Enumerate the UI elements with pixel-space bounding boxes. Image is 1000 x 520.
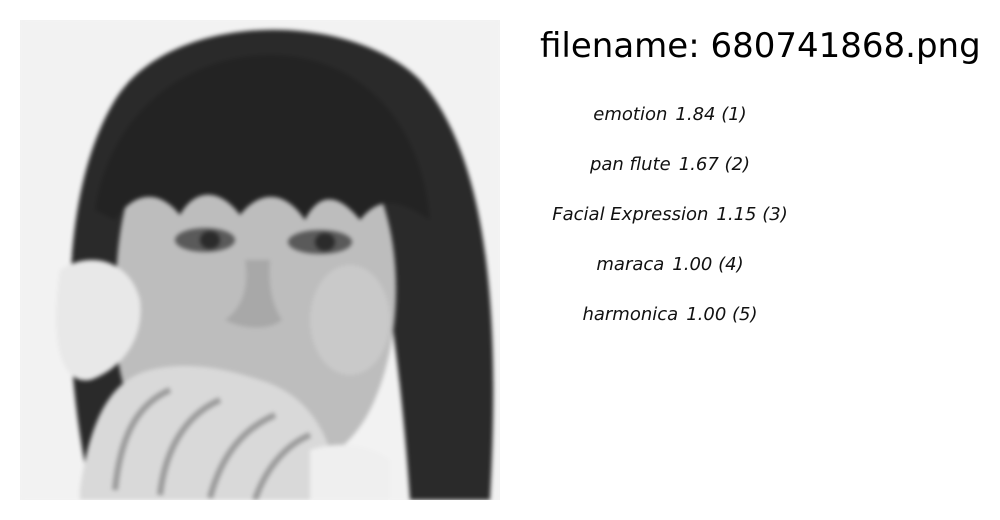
prediction-row: maraca 1.00 (4): [540, 248, 800, 298]
prediction-rank: (1): [721, 104, 747, 125]
prediction-score: 1.67: [678, 154, 719, 175]
prediction-list: emotion 1.84 (1) pan flute 1.67 (2) Facial…: [540, 98, 800, 348]
face-photo: [20, 20, 500, 500]
prediction-row: Facial Expression 1.15 (3): [540, 198, 800, 248]
prediction-rank: (3): [762, 204, 788, 225]
prediction-row: pan flute 1.67 (2): [540, 148, 800, 198]
prediction-rank: (4): [718, 254, 744, 275]
prediction-label: pan flute: [589, 154, 671, 175]
filename-title: filename: 680741868.png: [540, 26, 981, 66]
prediction-score: 1.84: [675, 104, 716, 125]
prediction-row: harmonica 1.00 (5): [540, 298, 800, 348]
prediction-label: emotion: [593, 104, 668, 125]
prediction-label: Facial Expression: [552, 204, 709, 225]
prediction-score: 1.00: [686, 304, 727, 325]
prediction-score: 1.00: [672, 254, 713, 275]
prediction-label: harmonica: [582, 304, 679, 325]
prediction-label: maraca: [596, 254, 665, 275]
prediction-rank: (5): [732, 304, 758, 325]
prediction-score: 1.15: [716, 204, 757, 225]
page: filename: 680741868.png emotion 1.84 (1) …: [0, 0, 1000, 520]
prediction-rank: (2): [724, 154, 751, 175]
prediction-row: emotion 1.84 (1): [540, 98, 800, 148]
face-photo-illustration: [20, 20, 500, 500]
